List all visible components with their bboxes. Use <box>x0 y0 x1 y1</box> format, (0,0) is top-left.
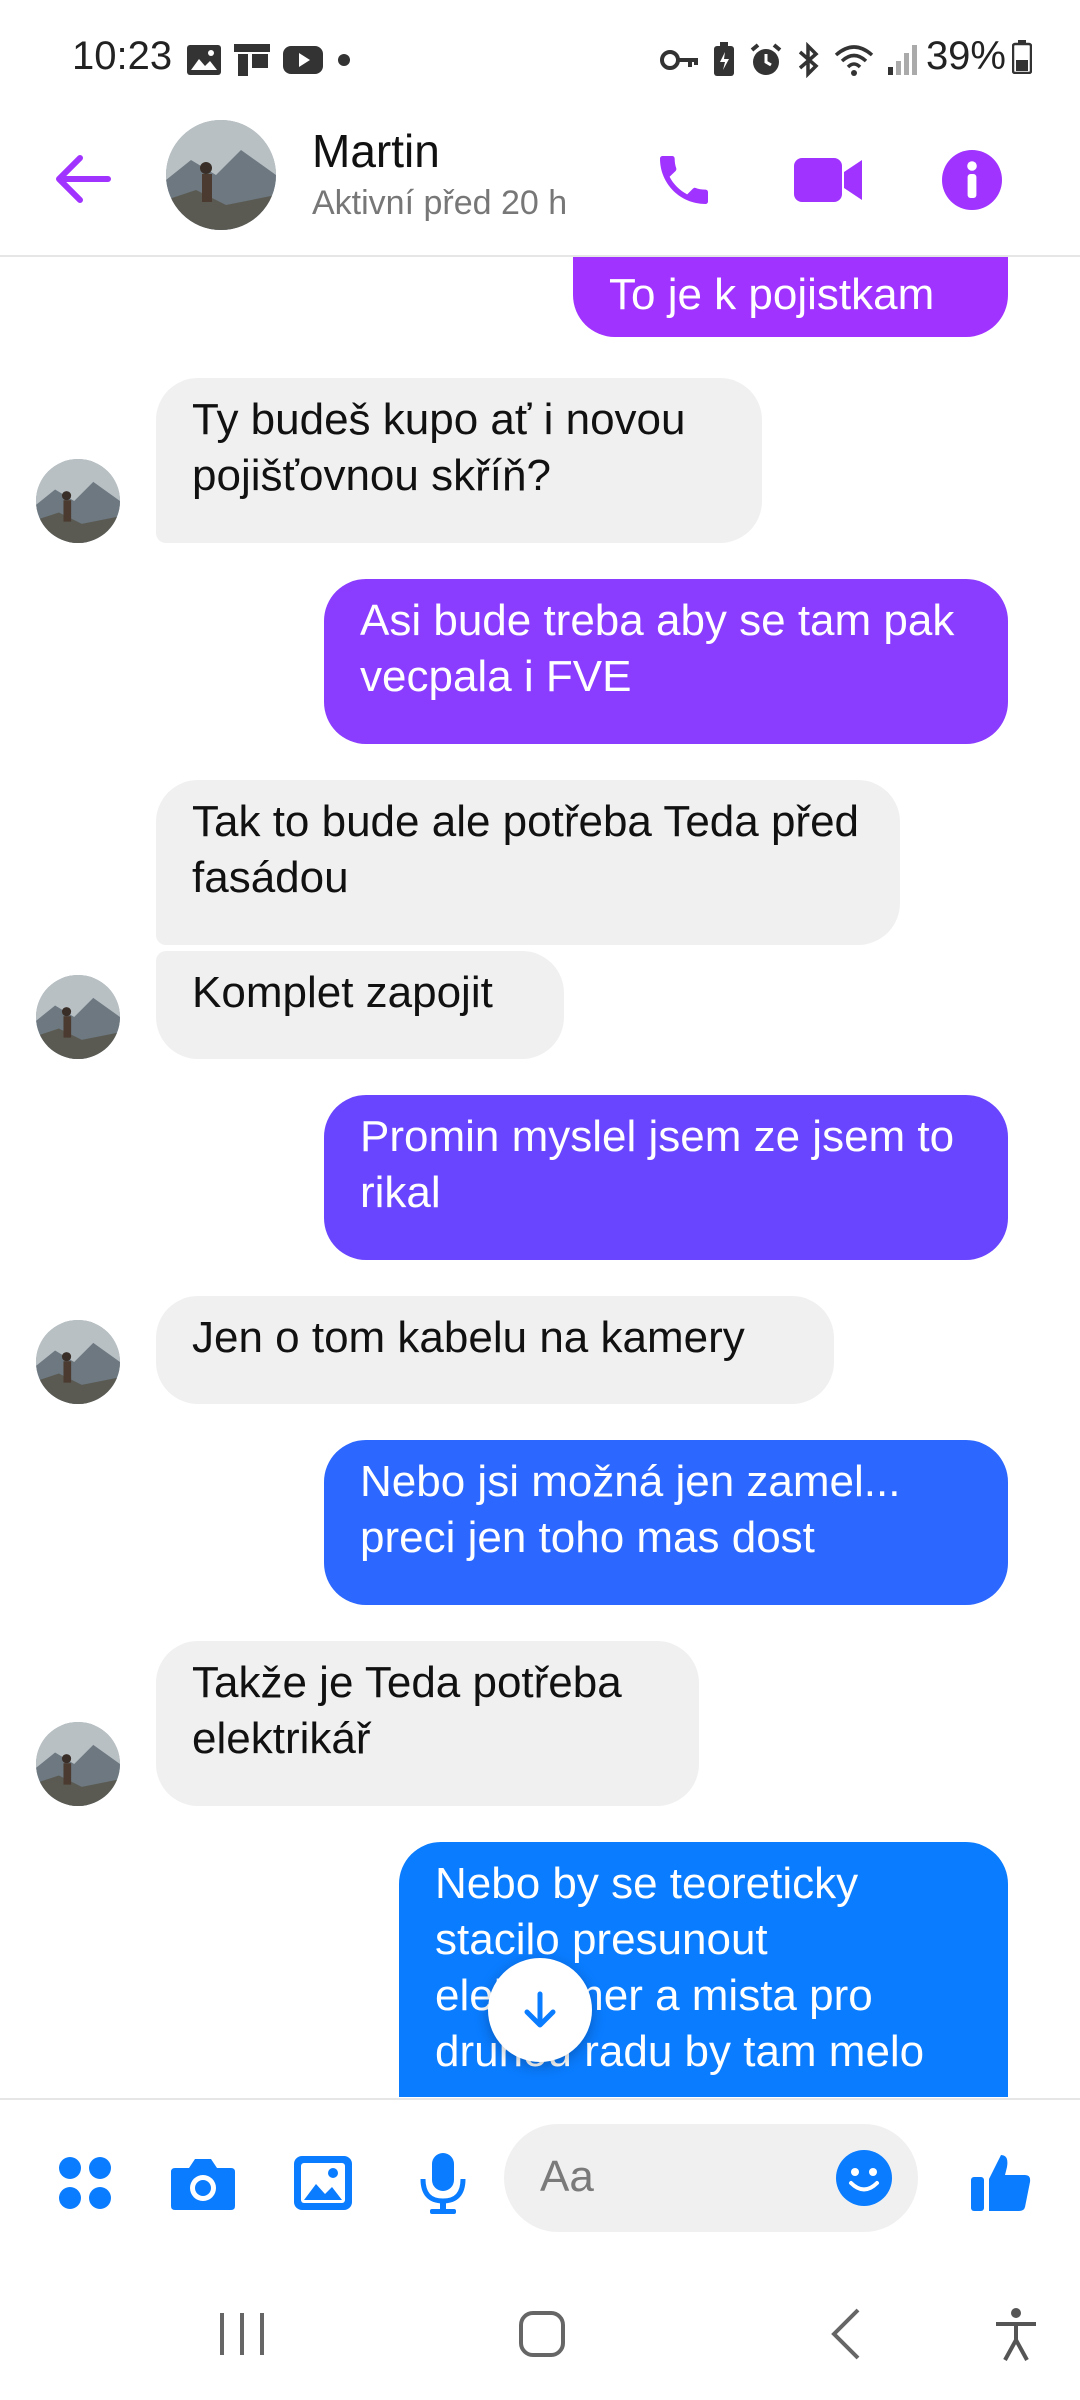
avatar-photo <box>36 459 120 543</box>
arrow-left-icon <box>56 155 111 203</box>
status-bar: 10:23 39% <box>0 0 1080 120</box>
back-icon <box>831 2308 860 2360</box>
contact-avatar[interactable] <box>166 120 276 230</box>
message-input[interactable]: Aa <box>504 2124 918 2232</box>
avatar-photo <box>166 120 276 230</box>
scroll-to-bottom-button[interactable] <box>488 1958 592 2062</box>
battery-percent: 39% <box>925 34 1006 78</box>
sender-avatar <box>36 459 120 543</box>
video-camera-icon <box>794 158 862 202</box>
phone-icon <box>660 156 708 204</box>
gallery-button[interactable] <box>288 2148 358 2218</box>
image-icon <box>187 45 221 75</box>
message-bubble-incoming[interactable]: Takže je Teda potřeba elektrikář <box>156 1641 699 1806</box>
cast-icon <box>234 44 270 76</box>
apps-button[interactable] <box>50 2148 120 2218</box>
accessibility-button[interactable] <box>976 2294 1056 2374</box>
battery-indicator: 39% <box>926 34 1032 79</box>
contact-name: Martin <box>312 125 440 177</box>
battery-saver-icon <box>714 42 734 76</box>
home-button[interactable] <box>502 2294 582 2374</box>
battery-icon <box>1012 39 1032 74</box>
message-list[interactable]: To je k pojistkam Ty budeš kupo ať i nov… <box>0 257 1080 2097</box>
sender-avatar <box>36 1722 120 1806</box>
status-time: 10:23 <box>72 34 173 78</box>
emoji-button[interactable] <box>834 2148 894 2208</box>
bluetooth-icon <box>798 42 819 78</box>
youtube-icon <box>283 46 323 74</box>
voice-message-button[interactable] <box>408 2148 478 2218</box>
avatar-photo <box>36 1320 120 1404</box>
accessibility-icon <box>996 2308 1036 2361</box>
message-bubble-outgoing[interactable]: Asi bude treba aby se tam pak vecpala i … <box>324 579 1008 744</box>
status-left-icons <box>186 40 354 80</box>
message-composer: Aa <box>0 2098 1080 2260</box>
avatar-photo <box>36 1722 120 1806</box>
chat-header: Martin Aktivní před 20 h <box>0 120 1080 257</box>
back-button[interactable] <box>48 144 118 214</box>
sender-avatar <box>36 975 120 1059</box>
message-bubble-incoming[interactable]: Ty budeš kupo ať i novou pojišťovnou skř… <box>156 378 762 543</box>
recents-icon <box>220 2313 264 2355</box>
signal-icon <box>888 45 917 75</box>
like-button[interactable] <box>966 2148 1036 2218</box>
like-icon <box>971 2155 1031 2211</box>
recents-button[interactable] <box>202 2294 282 2374</box>
camera-button[interactable] <box>168 2148 238 2218</box>
sender-avatar <box>36 1320 120 1404</box>
arrow-down-icon <box>524 1991 556 2028</box>
video-call-button[interactable] <box>788 140 868 220</box>
camera-icon <box>171 2159 235 2210</box>
message-bubble-incoming[interactable]: Jen o tom kabelu na kamery <box>156 1296 834 1404</box>
info-icon <box>942 150 1002 210</box>
contact-active-status: Aktivní před 20 h <box>312 184 568 222</box>
message-bubble-outgoing[interactable]: Promin myslel jsem ze jsem to rikal <box>324 1095 1008 1260</box>
message-bubble-outgoing[interactable]: Nebo by se teoreticky stacilo presunout … <box>399 1842 1008 2097</box>
emoji-icon <box>836 2150 892 2206</box>
apps-icon <box>59 2157 111 2209</box>
alarm-icon <box>750 43 782 75</box>
message-bubble-incoming[interactable]: Komplet zapojit <box>156 951 564 1059</box>
wifi-icon <box>834 45 874 76</box>
message-input-placeholder: Aa <box>540 2152 594 2201</box>
voice-call-button[interactable] <box>644 140 724 220</box>
avatar-photo <box>36 975 120 1059</box>
key-icon <box>660 50 698 70</box>
message-bubble-incoming[interactable]: Tak to bude ale potřeba Teda před fasádo… <box>156 780 900 945</box>
message-bubble-outgoing[interactable]: To je k pojistkam <box>573 257 1008 337</box>
system-nav-bar <box>0 2258 1080 2400</box>
gallery-icon <box>294 2156 352 2210</box>
dot-icon <box>338 54 350 66</box>
message-bubble-outgoing[interactable]: Nebo jsi možná jen zamel... preci jen to… <box>324 1440 1008 1605</box>
microphone-icon <box>420 2153 466 2214</box>
nav-back-button[interactable] <box>806 2294 886 2374</box>
home-icon <box>519 2311 565 2357</box>
info-button[interactable] <box>932 140 1012 220</box>
status-right-icons <box>660 40 920 80</box>
